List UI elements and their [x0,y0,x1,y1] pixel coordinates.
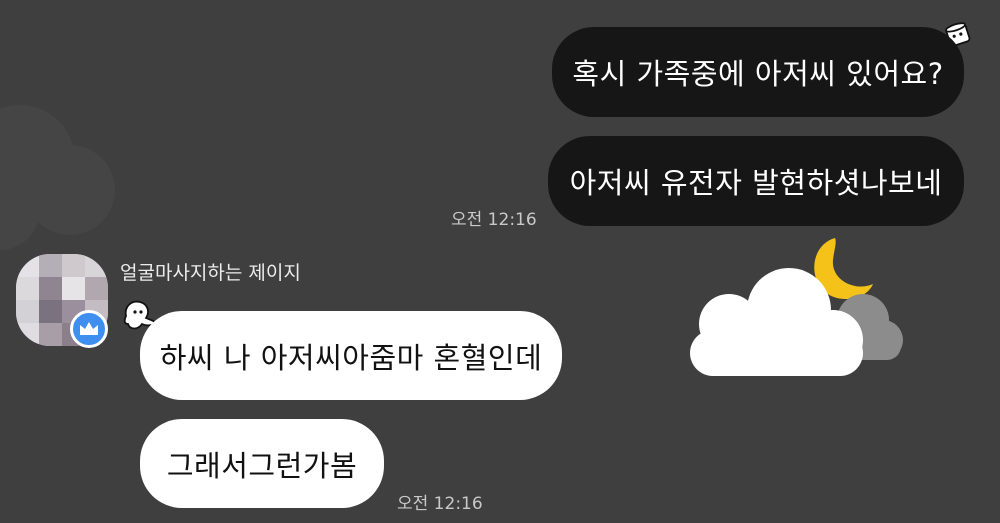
sender-name[interactable]: 얼굴마사지하는 제이지 [120,258,301,285]
incoming-message-bubble[interactable]: 그래서그런가봄 [140,419,384,508]
incoming-message-timestamp: 오전 12:16 [397,494,483,514]
background-cloud-decoration [0,105,115,250]
incoming-message-bubble[interactable]: 하씨 나 아저씨아줌마 혼혈인데 [140,311,562,400]
incoming-message-text: 그래서그런가봄 [166,448,358,483]
crown-icon [80,322,98,335]
outgoing-message-text: 아저씨 유전자 발현하셧나보네 [569,166,943,200]
incoming-message-text: 하씨 나 아저씨아줌마 혼혈인데 [159,340,543,375]
outgoing-message-bubble[interactable]: 아저씨 유전자 발현하셧나보네 [548,136,964,226]
outgoing-message-timestamp: 오전 12:16 [451,210,537,230]
outgoing-message-text: 혹시 가족중에 아저씨 있어요? [572,57,944,91]
outgoing-message-bubble[interactable]: 혹시 가족중에 아저씨 있어요? [552,27,964,117]
crown-badge [70,310,108,348]
moon-cloud-weather-icon [690,238,903,376]
